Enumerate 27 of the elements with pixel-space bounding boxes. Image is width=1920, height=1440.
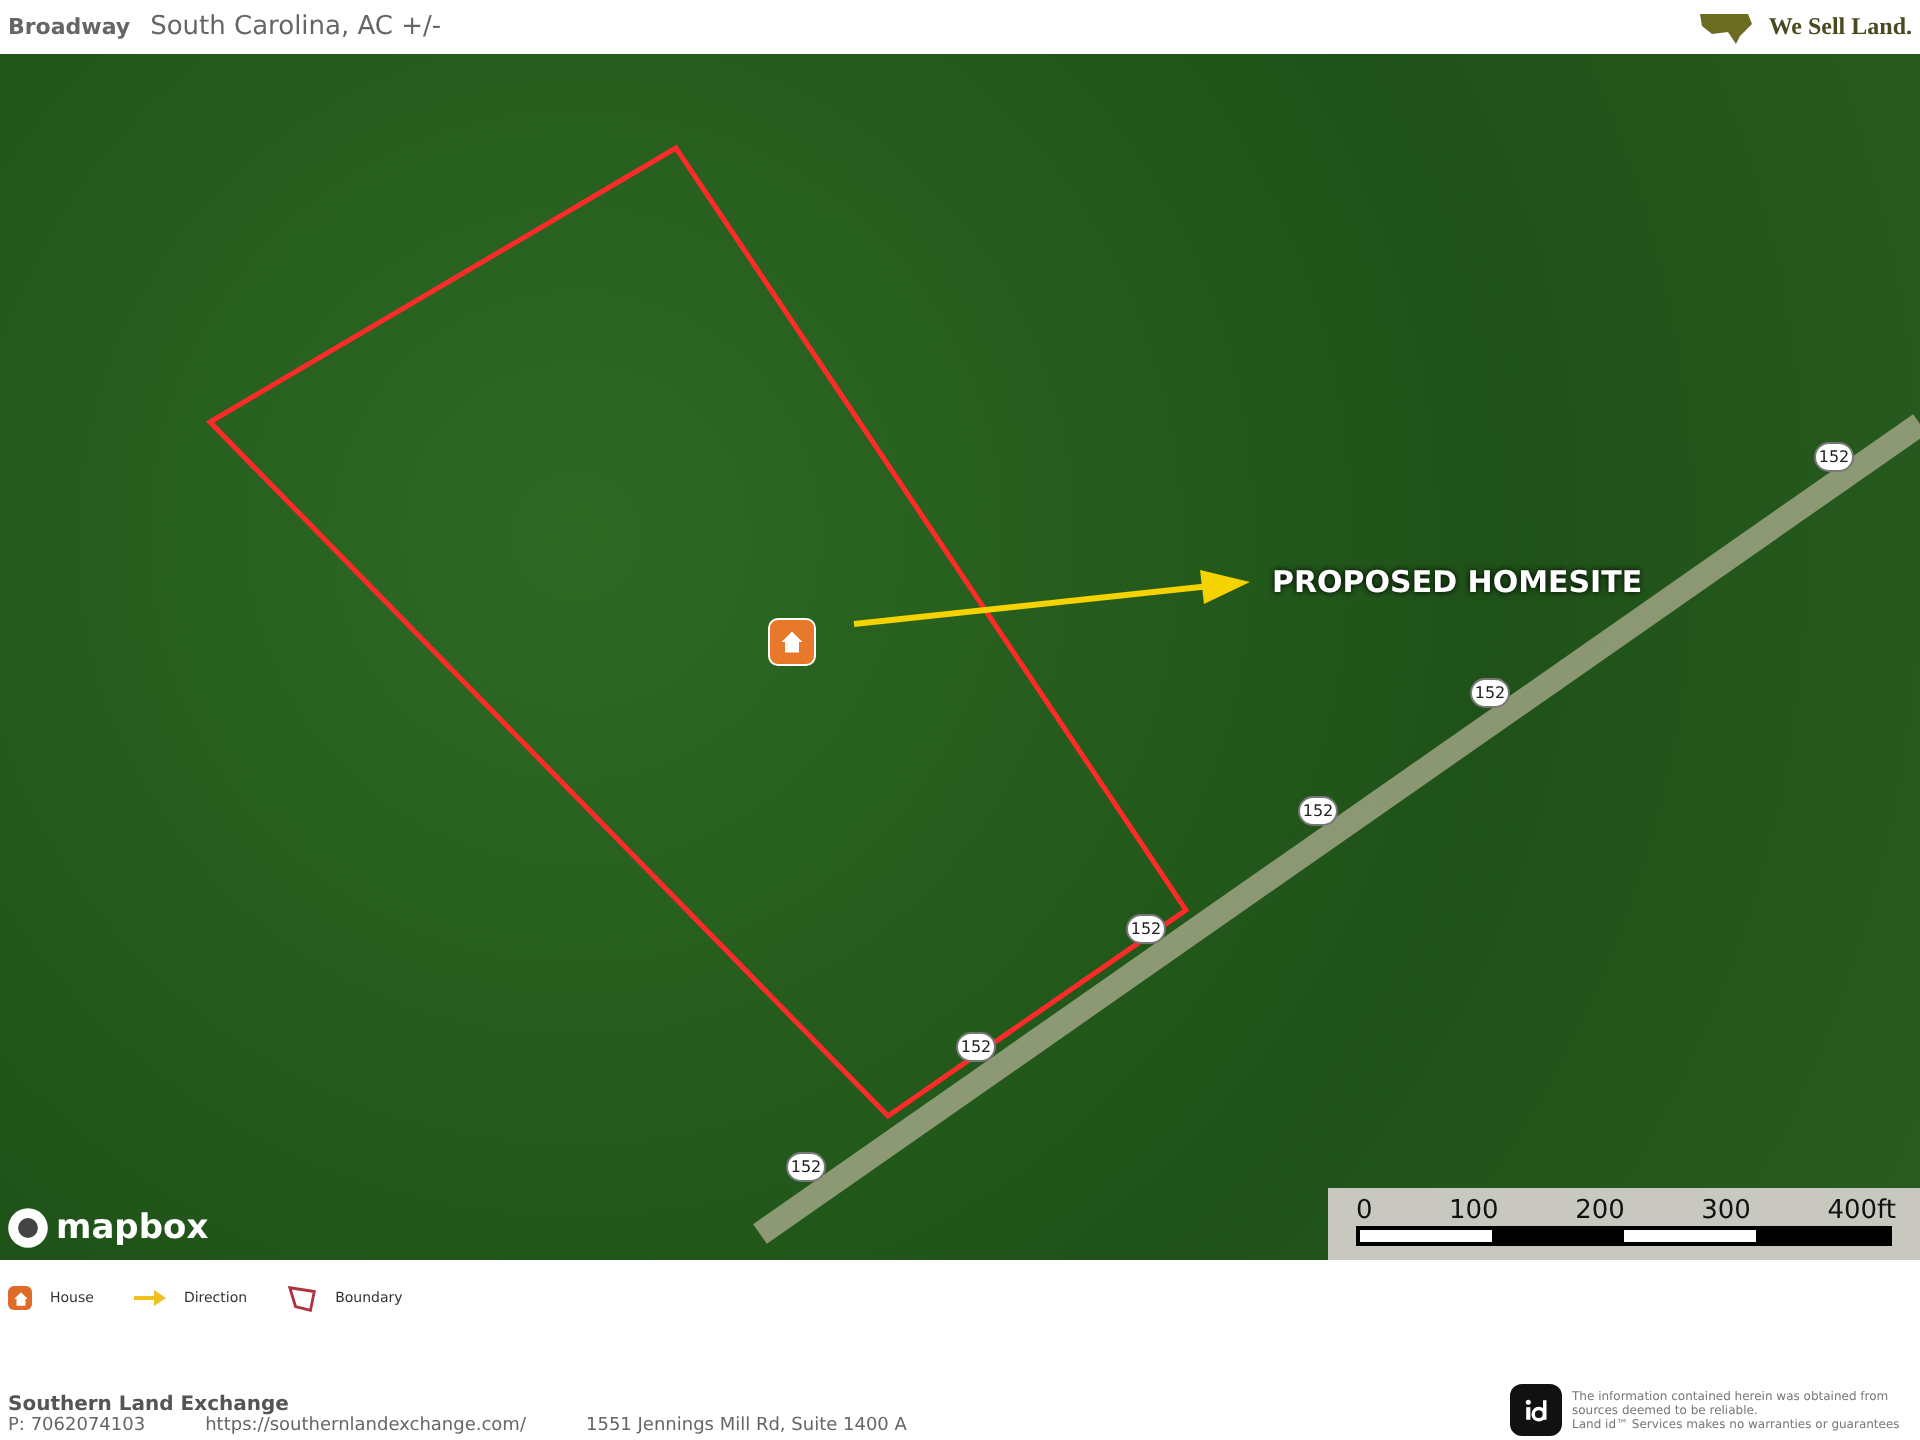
house-icon xyxy=(8,1286,32,1310)
callout-label: PROPOSED HOMESITE xyxy=(1272,564,1643,600)
house-marker-icon xyxy=(768,618,816,666)
arrow-icon xyxy=(133,1290,166,1306)
road-number-label: 152 xyxy=(1298,796,1338,826)
scale-tick-label: 200 xyxy=(1575,1196,1625,1226)
phone-number: P: 7062074103 xyxy=(8,1416,146,1436)
arrow-icon xyxy=(853,570,1250,627)
map-shape-icon xyxy=(1696,11,1757,43)
scale-tick-label: 400ft xyxy=(1827,1196,1896,1226)
road-number-label: 152 xyxy=(1126,914,1166,944)
road-number-label: 152 xyxy=(1814,442,1854,472)
road-number-label: 152 xyxy=(1470,678,1510,708)
road-number-label: 152 xyxy=(786,1152,826,1182)
logo-text: We Sell Land. xyxy=(1768,12,1912,42)
scale-tick-label: 300 xyxy=(1701,1196,1751,1226)
road-number-label: 152 xyxy=(956,1032,996,1062)
address-text: 1551 Jennings Mill Rd, Suite 1400 A xyxy=(586,1416,907,1436)
property-location: South Carolina, AC +/- xyxy=(150,12,442,42)
boundary-icon xyxy=(287,1283,318,1313)
website-link[interactable]: https://southernlandexchange.com/ xyxy=(205,1416,526,1436)
map-attribution: mapbox xyxy=(56,1208,209,1248)
mapbox-logo-icon xyxy=(6,1206,50,1250)
property-title: Broadway xyxy=(8,14,131,40)
scale-tick-label: 100 xyxy=(1449,1196,1499,1226)
scale-tick-label: 0 xyxy=(1356,1196,1373,1226)
company-name: Southern Land Exchange xyxy=(8,1394,291,1416)
